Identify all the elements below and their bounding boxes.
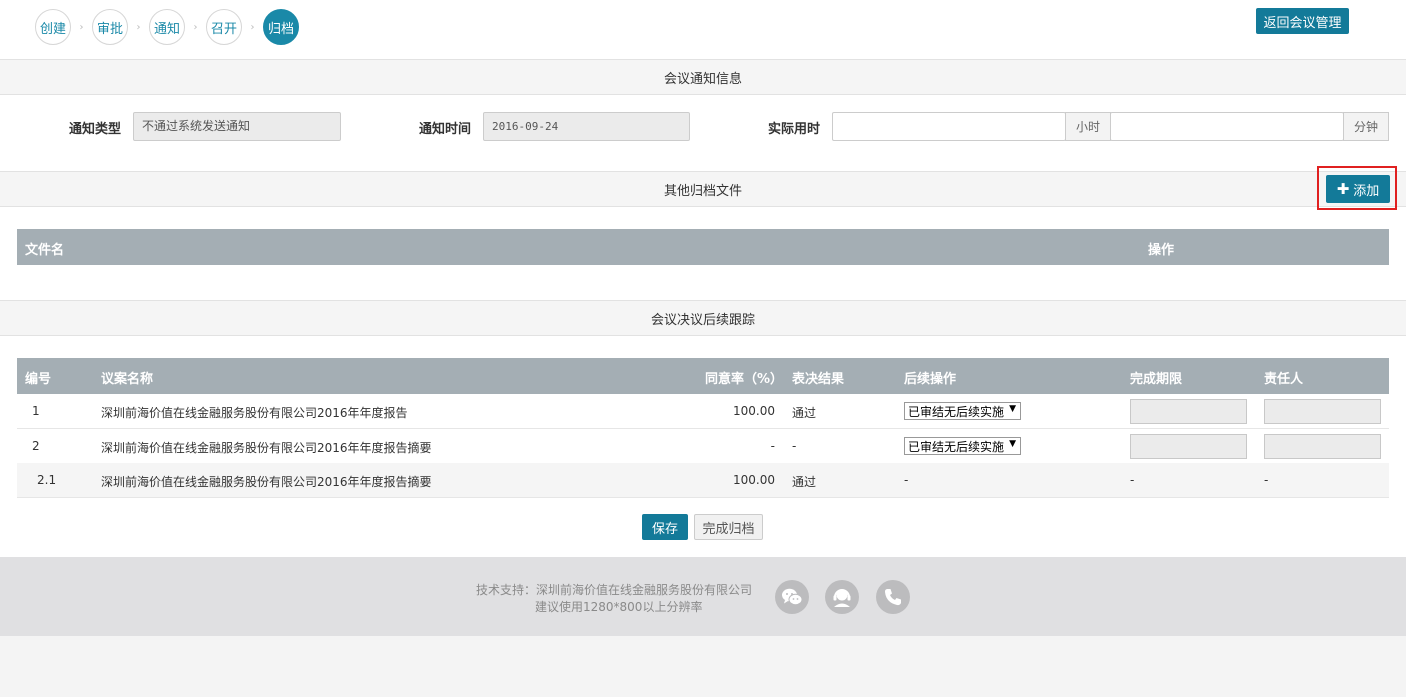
step-create[interactable]: 创建 [35,9,71,45]
deadline-input[interactable] [1130,434,1247,459]
chevron-right-icon: › [79,21,84,33]
step-hold[interactable]: 召开 [206,9,242,45]
col-follow-up: 后续操作 [904,372,957,387]
tech-support-text: 技术支持：深圳前海价值在线金融服务股份有限公司 [476,583,753,597]
notice-time-label: 通知时间 [419,122,472,137]
step-approve[interactable]: 审批 [92,9,128,45]
follow-up-select[interactable]: 已审结无后续实施 ▼ [904,402,1021,420]
col-filename: 文件名 [25,243,65,258]
progress-steps: 创建 › 审批 › 通知 › 召开 › 归档 [35,9,299,45]
add-button-highlight: ✚ 添加 [1317,166,1397,210]
col-vote-result: 表决结果 [792,372,845,387]
row-name: 深圳前海价值在线金融服务股份有限公司2016年年度报告摘要 [101,441,432,455]
files-table-header: 文件名 操作 [17,229,1389,265]
notice-time-field: 2016-09-24 [483,112,690,141]
follow-up-select[interactable]: 已审结无后续实施 ▼ [904,437,1021,455]
row-no: 2 [32,439,40,453]
files-section-title: 其他归档文件 [0,171,1406,207]
row-no: 1 [32,404,40,418]
table-row: 1 深圳前海价值在线金融服务股份有限公司2016年年度报告 100.00 通过 … [17,394,1389,429]
finish-archive-button[interactable]: 完成归档 [694,514,763,540]
step-notify[interactable]: 通知 [149,9,185,45]
notice-section-title: 会议通知信息 [0,59,1406,95]
add-file-button[interactable]: ✚ 添加 [1326,175,1390,203]
row-rate: 100.00 [733,404,775,418]
chevron-right-icon: › [250,21,255,33]
chevron-right-icon: › [136,21,141,33]
row-result: - [792,439,797,453]
plus-icon: ✚ [1336,180,1350,198]
row-rate: 100.00 [733,473,775,487]
notice-type-label: 通知类型 [69,122,122,137]
table-row: 2 深圳前海价值在线金融服务股份有限公司2016年年度报告摘要 - - 已审结无… [17,429,1389,464]
wechat-icon[interactable] [775,580,809,614]
col-operation: 操作 [1148,243,1175,258]
follow-up-select-value: 已审结无后续实施 [908,439,1005,454]
tracking-section-title: 会议决议后续跟踪 [0,300,1406,336]
footer: 技术支持：深圳前海价值在线金融服务股份有限公司 建议使用1280*800以上分辨… [0,557,1406,636]
row-no: 2.1 [37,473,57,487]
col-proposal-name: 议案名称 [101,372,154,387]
row-result: 通过 [792,406,817,420]
minutes-unit: 分钟 [1343,112,1389,141]
chevron-right-icon: › [193,21,198,33]
resolution-hint-text: 建议使用1280*800以上分辨率 [535,600,703,614]
deadline-input[interactable] [1130,399,1247,424]
notice-form-row: 通知类型 不通过系统发送通知 通知时间 2016-09-24 实际用时 小时 分… [0,112,1406,142]
col-no: 编号 [25,372,52,387]
tracking-table-header: 编号 议案名称 同意率（%） 表决结果 后续操作 完成期限 责任人 [17,358,1389,394]
row-rate: - [770,439,775,453]
hours-unit: 小时 [1065,112,1111,141]
row-deadline: - [1130,473,1135,487]
dropdown-arrow-icon: ▼ [1009,439,1016,449]
row-owner: - [1264,473,1269,487]
back-to-meeting-management-button[interactable]: 返回会议管理 [1256,8,1349,34]
hours-input[interactable] [832,112,1066,141]
row-name: 深圳前海价值在线金融服务股份有限公司2016年年度报告摘要 [101,475,432,489]
row-result: 通过 [792,475,817,489]
actual-time-label: 实际用时 [768,122,821,137]
add-file-label: 添加 [1353,183,1380,199]
minutes-input[interactable] [1110,112,1344,141]
customer-service-icon[interactable] [825,580,859,614]
col-deadline: 完成期限 [1130,372,1183,387]
main-panel: 创建 › 审批 › 通知 › 召开 › 归档 返回会议管理 会议通知信息 通知类… [0,0,1406,557]
col-approval-rate: 同意率（%） [705,372,784,387]
table-row: 2.1 深圳前海价值在线金融服务股份有限公司2016年年度报告摘要 100.00… [17,463,1389,498]
owner-input[interactable] [1264,434,1381,459]
row-action: - [904,473,909,487]
col-owner: 责任人 [1264,372,1304,387]
notice-type-field: 不通过系统发送通知 [133,112,341,141]
save-button[interactable]: 保存 [642,514,688,540]
step-archive[interactable]: 归档 [263,9,299,45]
phone-icon[interactable] [876,580,910,614]
owner-input[interactable] [1264,399,1381,424]
dropdown-arrow-icon: ▼ [1009,404,1016,414]
follow-up-select-value: 已审结无后续实施 [908,404,1005,419]
row-name: 深圳前海价值在线金融服务股份有限公司2016年年度报告 [101,406,408,420]
